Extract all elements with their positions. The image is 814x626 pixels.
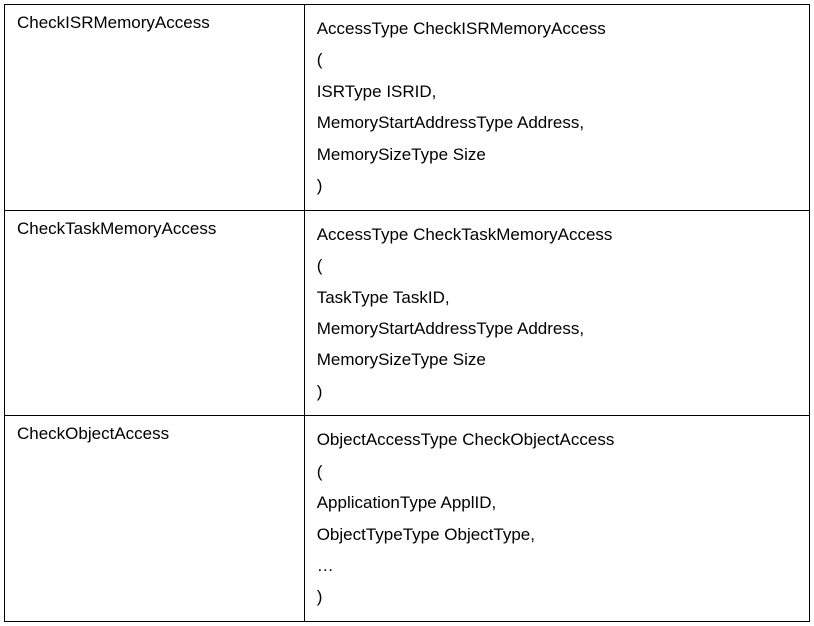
signature-line: TaskType TaskID, <box>317 282 797 313</box>
api-name-cell: CheckTaskMemoryAccess <box>5 210 305 416</box>
signature-line: ) <box>317 170 797 201</box>
signature-line: ApplicationType ApplID, <box>317 487 797 518</box>
signature-line: ( <box>317 250 797 281</box>
api-name-cell: CheckISRMemoryAccess <box>5 5 305 211</box>
signature-line: ISRType ISRID, <box>317 76 797 107</box>
api-table: CheckISRMemoryAccess AccessType CheckISR… <box>4 4 810 622</box>
api-signature-cell: ObjectAccessType CheckObjectAccess ( App… <box>304 416 809 622</box>
signature-line: AccessType CheckTaskMemoryAccess <box>317 219 797 250</box>
api-name: CheckTaskMemoryAccess <box>17 219 216 238</box>
signature-line: ) <box>317 376 797 407</box>
api-table-body: CheckISRMemoryAccess AccessType CheckISR… <box>5 5 810 622</box>
table-row: CheckISRMemoryAccess AccessType CheckISR… <box>5 5 810 211</box>
signature-line: ( <box>317 44 797 75</box>
signature-line: ObjectTypeType ObjectType, <box>317 519 797 550</box>
api-signature-cell: AccessType CheckISRMemoryAccess ( ISRTyp… <box>304 5 809 211</box>
signature-line: MemorySizeType Size <box>317 139 797 170</box>
signature-line: ObjectAccessType CheckObjectAccess <box>317 424 797 455</box>
api-name: CheckISRMemoryAccess <box>17 13 210 32</box>
api-name-cell: CheckObjectAccess <box>5 416 305 622</box>
signature-line: AccessType CheckISRMemoryAccess <box>317 13 797 44</box>
api-signature-cell: AccessType CheckTaskMemoryAccess ( TaskT… <box>304 210 809 416</box>
table-row: CheckObjectAccess ObjectAccessType Check… <box>5 416 810 622</box>
table-row: CheckTaskMemoryAccess AccessType CheckTa… <box>5 210 810 416</box>
signature-line: MemoryStartAddressType Address, <box>317 107 797 138</box>
api-name: CheckObjectAccess <box>17 424 169 443</box>
signature-line: MemoryStartAddressType Address, <box>317 313 797 344</box>
signature-line: ( <box>317 456 797 487</box>
signature-line: MemorySizeType Size <box>317 344 797 375</box>
signature-line: ) <box>317 581 797 612</box>
